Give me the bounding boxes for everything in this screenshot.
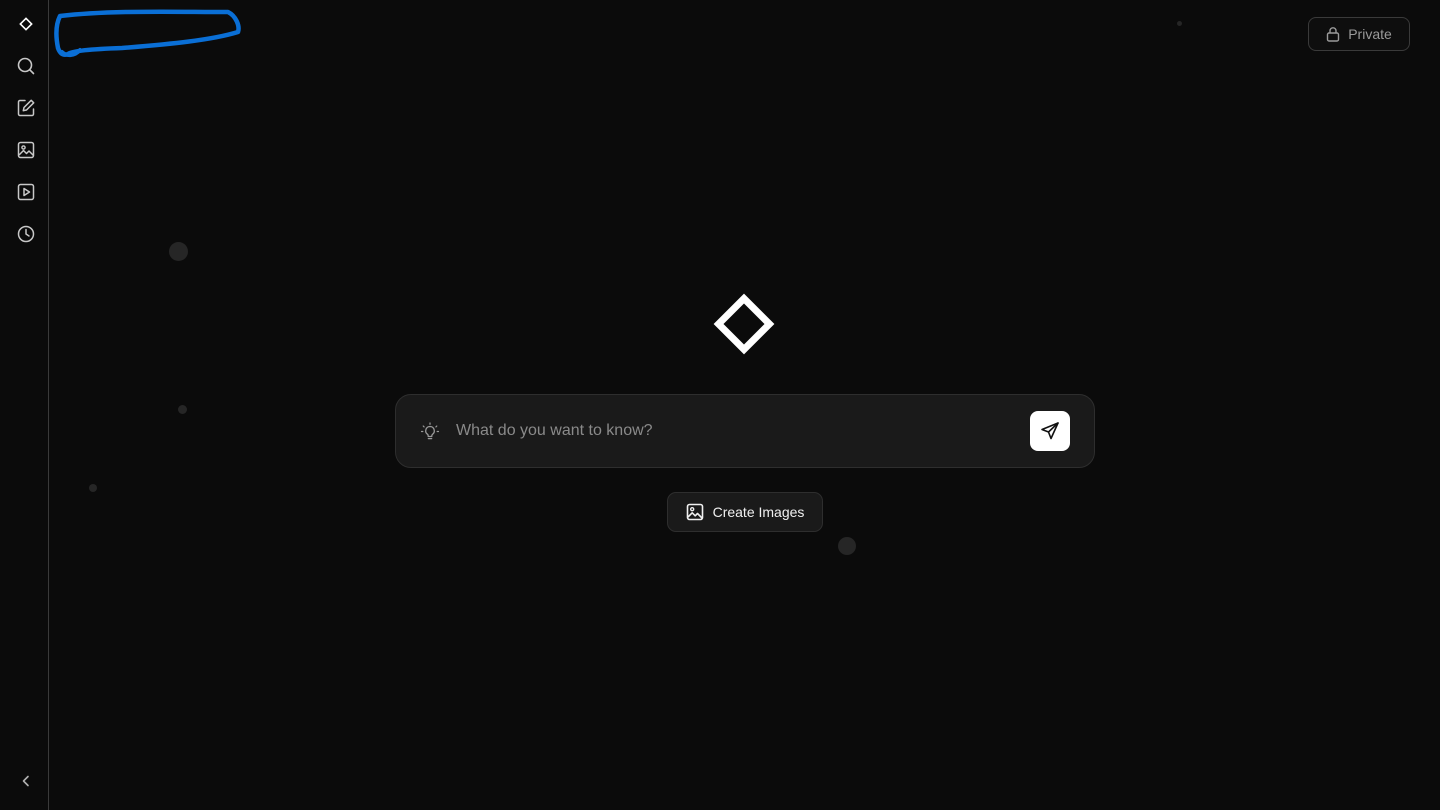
send-button[interactable] [1030,411,1070,451]
video-icon [17,183,35,201]
decor-dot [89,484,97,492]
sidebar-video-button[interactable] [12,178,40,206]
search-input[interactable] [456,417,1016,445]
center-logo-icon [713,293,775,355]
sidebar-new-chat-button[interactable] [12,94,40,122]
sidebar-search-button[interactable] [12,52,40,80]
private-label: Private [1348,26,1392,42]
history-icon [17,225,35,243]
sidebar [0,0,49,810]
create-images-button[interactable]: Create Images [667,492,823,532]
create-images-label: Create Images [712,504,805,520]
image-icon [686,503,703,521]
app-window: Private Create Images [0,0,1440,810]
image-icon [17,141,35,159]
lightbulb-icon[interactable] [420,422,440,442]
decor-dot [169,242,188,261]
send-icon [1041,422,1059,440]
sidebar-images-button[interactable] [12,136,40,164]
search-box [395,394,1095,468]
private-mode-button[interactable]: Private [1308,17,1410,51]
logo-diamond-icon [19,17,33,31]
decor-dot [1177,21,1182,26]
search-icon [17,57,35,75]
sidebar-history-button[interactable] [12,220,40,248]
decor-dot [178,405,187,414]
lock-icon [1327,27,1340,42]
decor-dot [838,537,856,555]
new-chat-icon [17,99,35,117]
chevron-left-icon [22,775,29,787]
sidebar-collapse-button[interactable] [12,767,40,795]
sidebar-home-logo[interactable] [12,10,40,38]
annotation-scribble [54,9,241,58]
